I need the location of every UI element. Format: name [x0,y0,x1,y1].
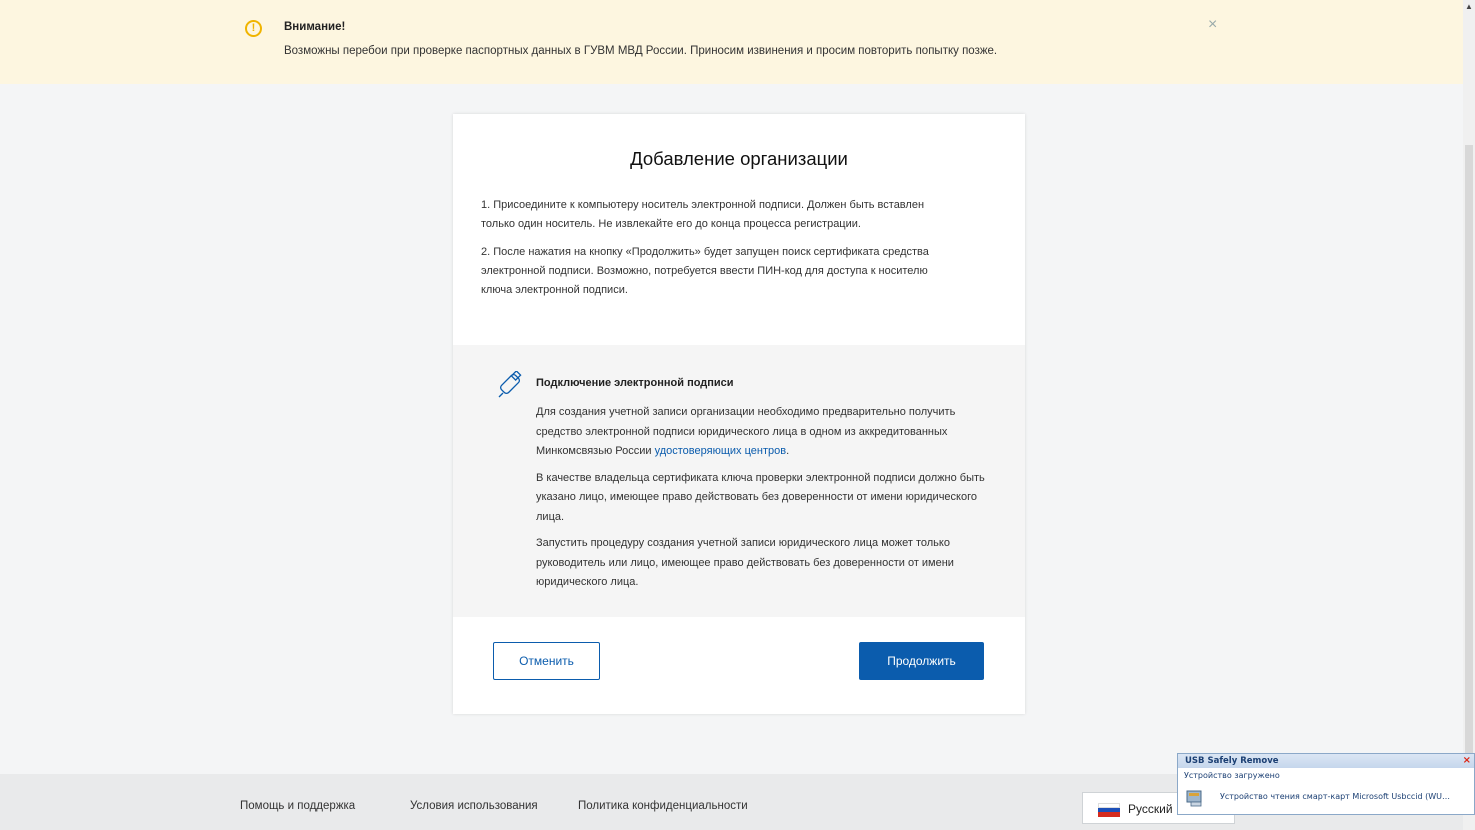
info-title: Подключение электронной подписи [536,377,734,389]
info-paragraph-1: Для создания учетной записи организации … [536,403,986,462]
alert-title: Внимание! [284,21,346,33]
language-label: Русский [1128,802,1173,816]
usb-popup-title: USB Safely Remove [1185,756,1279,766]
russia-flag-icon [1098,803,1120,817]
step-1: 1. Присоедините к компьютеру носитель эл… [481,199,925,230]
usb-popup-header: USB Safely Remove × [1178,754,1474,768]
info-paragraph-3: Запустить процедуру создания учетной зап… [536,537,954,588]
alert-text: Возможны перебои при проверке паспортных… [284,45,998,57]
terms-link[interactable]: Условия использования [410,800,538,812]
drive-icon [1186,790,1202,807]
privacy-link[interactable]: Политика конфиденциальности [578,800,748,812]
usb-popup-close-icon[interactable]: × [1463,754,1471,768]
usb-device-name[interactable]: Устройство чтения смарт-карт Microsoft U… [1220,792,1450,801]
help-link[interactable]: Помощь и поддержка [240,800,355,812]
scrollbar[interactable]: ▲ [1463,0,1475,830]
scroll-up-icon[interactable]: ▲ [1465,2,1473,11]
info-text: Для создания учетной записи организации … [536,403,986,600]
page-title: Добавление организации [630,148,848,169]
signature-info-panel: Подключение электронной подписи Для созд… [453,345,1025,617]
usb-popup-status: Устройство загружено [1184,771,1280,780]
step-2: 2. После нажатия на кнопку «Продолжить» … [481,246,929,296]
usb-key-icon [498,371,522,398]
warning-icon: ! [245,20,262,37]
cancel-button[interactable]: Отменить [493,642,600,680]
usb-notification-popup: USB Safely Remove × Устройство загружено… [1177,753,1475,815]
add-organization-card: Добавление организации 1. Присоедините к… [453,114,1025,714]
info-paragraph-2: В качестве владельца сертификата ключа п… [536,471,985,523]
instructions: 1. Присоедините к компьютеру носитель эл… [481,196,961,309]
continue-button[interactable]: Продолжить [859,642,984,680]
certification-centers-link[interactable]: удостоверяющих центров [655,445,786,457]
scrollbar-thumb[interactable] [1465,145,1473,765]
info-p1-end: . [786,445,790,457]
alert-banner: ! Внимание! Возможны перебои при проверк… [0,0,1463,84]
close-icon[interactable]: × [1208,16,1217,34]
